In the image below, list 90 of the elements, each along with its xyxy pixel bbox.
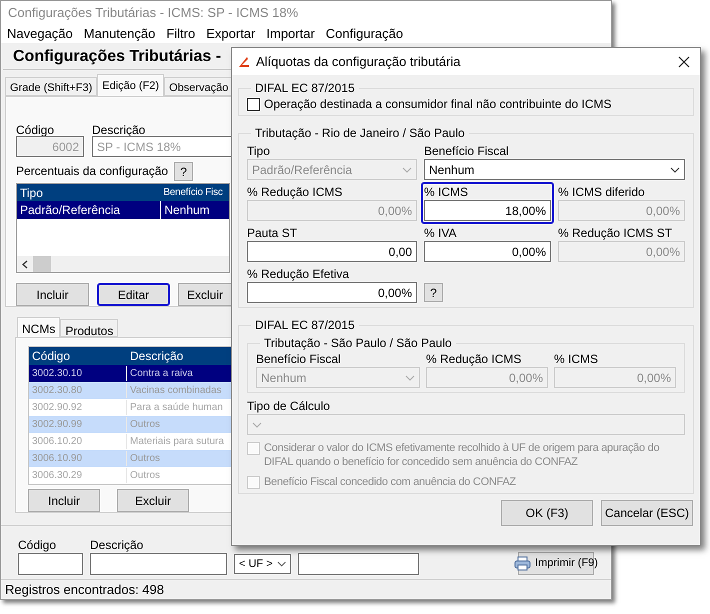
page-heading: Configurações Tributárias - [13, 47, 222, 68]
input-field[interactable]: 18,00% [424, 200, 551, 221]
button[interactable]: Excluir [178, 283, 232, 306]
field-label: Benefício Fiscal [256, 352, 342, 367]
chevron-icon [252, 422, 262, 428]
field-label: % Redução ICMS [247, 185, 344, 200]
help-button[interactable]: ? [174, 162, 194, 181]
table-cell-text: Para a saúde human [129, 401, 224, 416]
checkbox-label: Considerar o valor do ICMS efetivamente recolhido à UF de origem para apuração do DIFAL quando o benefício for concedido sem anuência do CONFAZ [264, 441, 660, 469]
table-cell: 3006.10.90 [29, 451, 127, 466]
field-label: Tipo [247, 144, 271, 159]
menu-item[interactable]: Configuração [326, 24, 404, 44]
button[interactable]: Excluir [117, 489, 189, 512]
menu-item[interactable]: Importar [266, 24, 315, 44]
menu-item[interactable]: Filtro [166, 24, 196, 44]
input-field[interactable] [18, 553, 83, 575]
field-label: Pauta ST [247, 226, 298, 241]
menu-item[interactable]: Navegação [7, 24, 73, 44]
button[interactable]: Incluir [28, 489, 100, 512]
table-cell-text: Vacinas combinadas [129, 384, 223, 398]
chevron-icon [405, 374, 415, 380]
tab[interactable]: Grade (Shift+F3) [5, 77, 98, 96]
table-cell: Padrão/Referência [17, 201, 162, 220]
button[interactable]: Cancelar (ESC) [601, 500, 693, 526]
checkbox-label: Benefício Fiscal concedido com anuência do CONFAZ [264, 475, 516, 489]
table-cell: 3006.30.29 [29, 468, 127, 484]
table-cell: 3002.30.80 [29, 383, 127, 398]
table-cell: 3002.90.92 [29, 400, 127, 416]
close-icon[interactable] [678, 56, 690, 68]
input-field[interactable]: 0,00 [247, 241, 417, 262]
button[interactable]: OK (F3) [501, 500, 593, 526]
dialog-title: Alíquotas da configuração tributária [256, 52, 461, 71]
group-title: DIFAL EC 87/2015 [254, 317, 356, 334]
dropdown[interactable]: Nenhum [424, 159, 685, 180]
group-title: DIFAL EC 87/2015 [254, 80, 356, 97]
button[interactable]: Editar [97, 283, 170, 306]
field-label: % ICMS [424, 185, 470, 200]
group-title: Tributação - Rio de Janeiro / São Paulo [254, 125, 466, 142]
field-label: Código [18, 537, 58, 553]
button[interactable]: Incluir [16, 283, 89, 306]
table-cell: 3006.10.20 [29, 434, 127, 450]
menu-item[interactable]: Exportar [206, 24, 256, 44]
field-label: Descrição [90, 537, 144, 553]
chevron-icon [402, 166, 412, 172]
input-field[interactable]: 0,00% [247, 282, 417, 303]
field-label: Código [16, 122, 56, 136]
checkbox[interactable] [247, 98, 260, 111]
tab[interactable]: Observação [164, 77, 234, 96]
input-field[interactable] [298, 553, 419, 575]
chevron-icon [276, 561, 286, 567]
input-field[interactable] [90, 553, 227, 575]
column-header[interactable]: Código [29, 347, 127, 366]
table-cell-text: Nenhum [163, 202, 211, 220]
tab[interactable]: Edição (F2) [97, 74, 164, 96]
column-header[interactable]: Descrição [127, 347, 231, 366]
menu-item[interactable]: Manutenção [84, 24, 156, 44]
table-cell: 3002.90.99 [29, 417, 127, 432]
tab[interactable]: Produtos [60, 319, 118, 338]
table-row[interactable]: Padrão/Referência Nenhum [17, 201, 229, 220]
field-label: % ICMS diferido [558, 185, 646, 200]
field-label: Tipo de Cálculo [247, 399, 331, 414]
status-bar: Registros encontrados: 498 [1, 579, 611, 599]
input-field[interactable]: 0,00% [424, 241, 551, 262]
table-cell-text: Materiais para sutura [129, 435, 225, 450]
table-cell-text: Outros [129, 469, 162, 484]
field-label: % ICMS [554, 352, 600, 367]
window-title: Configurações Tributárias - ICMS: SP - ICMS 18% [1, 1, 611, 24]
field-label: Descrição [92, 122, 146, 136]
printer-icon [514, 556, 532, 571]
table-cell: 3002.30.10 [29, 366, 127, 382]
checkbox-label: Operação destinada a consumidor final não contribuinte do ICMS [264, 97, 612, 111]
group-title: Tributação - São Paulo / São Paulo [263, 335, 453, 352]
column-header[interactable]: Tipo [17, 184, 162, 202]
table-cell-text: Contra a raiva [129, 367, 194, 382]
app-logo-icon [238, 56, 250, 68]
column-header[interactable]: Benefício Fisc [161, 185, 229, 200]
table-cell-text: Outros [129, 418, 162, 432]
field-label: Benefício Fiscal [424, 144, 510, 159]
scroll-thumb[interactable] [33, 256, 51, 272]
table-cell-text: Outros [129, 452, 162, 466]
field-label: % Redução Efetiva [247, 267, 350, 282]
field-label: % Redução ICMS [426, 352, 522, 367]
field-label: % IVA [424, 226, 458, 241]
chevron-icon [670, 166, 680, 172]
field-label: % Redução ICMS ST [558, 226, 674, 241]
table-row[interactable]: 3002.30.10 Contra a raiva [29, 365, 231, 382]
section-label: Percentuais da configuração [16, 163, 168, 180]
dropdown[interactable]: < UF > [234, 554, 291, 574]
help-button[interactable]: ? [424, 283, 443, 302]
tab[interactable]: NCMs [17, 317, 60, 338]
